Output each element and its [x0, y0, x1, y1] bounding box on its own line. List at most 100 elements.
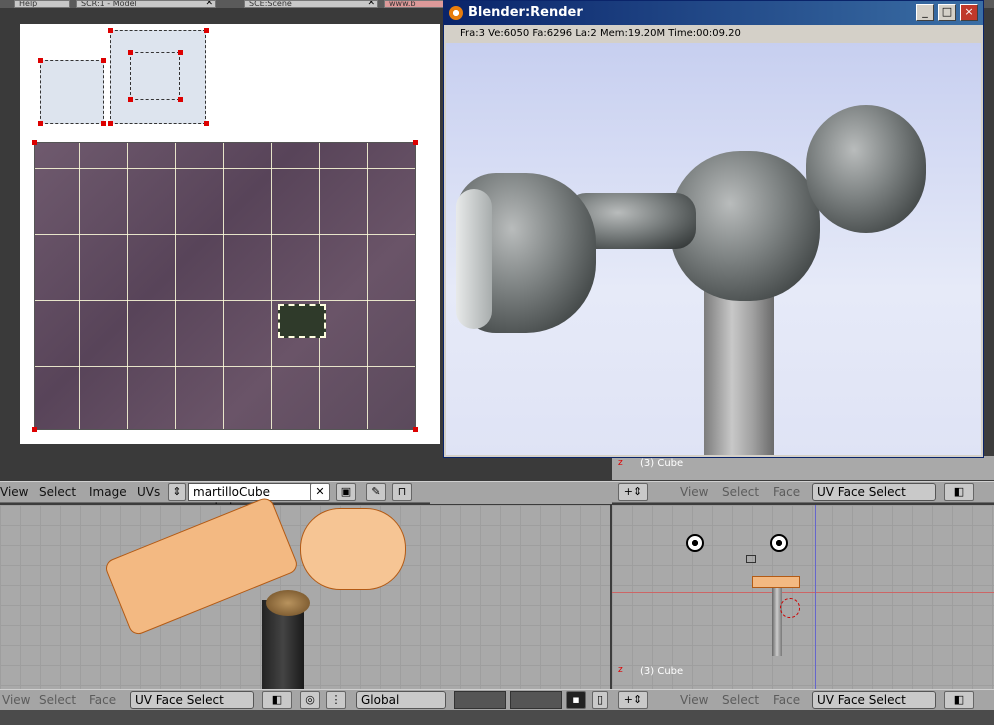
manipulator-icon[interactable]: ⋮ — [326, 691, 346, 709]
image-name-field[interactable]: martilloCube copia.jp — [188, 483, 312, 515]
close-button[interactable]: × — [960, 4, 978, 21]
tab-help[interactable]: Help — [14, 0, 70, 8]
object-label: (3) Cube — [640, 666, 684, 677]
draw-type-button[interactable]: ◧ — [944, 691, 974, 709]
close-icon[interactable]: ✕ — [367, 1, 375, 7]
3d-viewport-right[interactable] — [612, 505, 994, 689]
render-window[interactable]: Blender:Render _ □ × Fra:3 Ve:6050 Fa:62… — [443, 0, 984, 458]
render-icon[interactable]: ▯ — [592, 691, 608, 709]
uv-vertex[interactable] — [204, 28, 209, 33]
close-icon[interactable]: ✕ — [205, 1, 213, 7]
uv-vertex[interactable] — [413, 427, 418, 432]
lock-icon[interactable]: ▪ — [566, 691, 586, 709]
mesh-socket — [266, 590, 310, 616]
menu-view[interactable]: View — [0, 485, 28, 499]
mode-selector[interactable]: UV Face Select — [130, 691, 254, 709]
draw-type-button[interactable]: ◧ — [262, 691, 292, 709]
menu-view[interactable]: View — [2, 693, 30, 707]
pack-image-icon[interactable]: ▣ — [336, 483, 356, 501]
menu-image[interactable]: Image — [89, 485, 127, 499]
uv-vertex[interactable] — [101, 121, 106, 126]
axis-z-icon: z — [618, 458, 623, 468]
lock-icon[interactable]: ⊓ — [392, 483, 412, 501]
header-filler — [430, 482, 612, 504]
orientation-label: Global — [361, 693, 400, 707]
uv-vertex[interactable] — [128, 50, 133, 55]
blender-logo-icon — [449, 6, 463, 20]
mode-label: UV Face Select — [817, 693, 906, 707]
editor-type-button[interactable]: +⇕ — [618, 483, 648, 501]
menu-face[interactable]: Face — [773, 693, 800, 707]
uv-vertex[interactable] — [32, 427, 37, 432]
menu-select[interactable]: Select — [722, 485, 759, 499]
3d-cursor-icon[interactable] — [780, 598, 800, 618]
render-title-text: Blender:Render — [468, 5, 583, 20]
mode-selector[interactable]: UV Face Select — [812, 691, 936, 709]
object-label: (3) Cube — [640, 458, 684, 469]
hammer-handle — [704, 283, 774, 455]
uv-island-small[interactable] — [278, 304, 326, 338]
tab-scene-label: SCE:Scene — [249, 0, 292, 8]
render-stats: Fra:3 Ve:6050 Fa:6296 La:2 Mem:19.20M Ti… — [460, 28, 741, 39]
x-axis-line — [612, 592, 994, 593]
layer-buttons-2[interactable] — [510, 691, 562, 709]
orientation-selector[interactable]: Global — [356, 691, 446, 709]
image-unlink-button[interactable]: ✕ — [310, 483, 330, 501]
uv-vertex[interactable] — [38, 58, 43, 63]
uv-island-frame-inner — [130, 52, 180, 100]
right-viewport-header — [612, 481, 994, 503]
layer-buttons-1[interactable] — [454, 691, 506, 709]
menu-select[interactable]: Select — [39, 485, 76, 499]
mesh-hammer-front[interactable] — [752, 576, 800, 588]
maximize-icon: □ — [941, 5, 953, 18]
right-viewport-bottom-header — [612, 689, 994, 711]
menu-select[interactable]: Select — [722, 693, 759, 707]
editor-type-button[interactable]: +⇕ — [618, 691, 648, 709]
uv-vertex[interactable] — [108, 121, 113, 126]
mode-label: UV Face Select — [135, 693, 224, 707]
render-status-bar: Fra:3 Ve:6050 Fa:6296 La:2 Mem:19.20M Ti… — [446, 25, 981, 43]
menu-face[interactable]: Face — [89, 693, 116, 707]
mesh-hammer-head[interactable] — [300, 508, 406, 590]
lamp-icon[interactable] — [686, 534, 704, 552]
tab-screen-label: SCR:1 - Model — [81, 0, 137, 8]
uv-vertex[interactable] — [101, 58, 106, 63]
uv-vertex[interactable] — [178, 97, 183, 102]
uv-vertex[interactable] — [108, 28, 113, 33]
texture-paint-icon[interactable]: ✎ — [366, 483, 386, 501]
uv-vertex[interactable] — [32, 140, 37, 145]
camera-icon[interactable] — [746, 555, 756, 563]
tab-web[interactable]: www.b — [384, 0, 444, 8]
tab-screen[interactable]: SCR:1 - Model ✕ — [76, 0, 216, 8]
close-icon: × — [964, 5, 974, 18]
minimize-button[interactable]: _ — [916, 4, 934, 21]
uv-vertex[interactable] — [38, 121, 43, 126]
uv-vertex[interactable] — [178, 50, 183, 55]
hammer-face — [456, 189, 492, 329]
hammer-head-right — [806, 105, 926, 233]
uv-vertex[interactable] — [128, 97, 133, 102]
pivot-icon[interactable]: ◎ — [300, 691, 320, 709]
axis-z-icon: z — [618, 665, 623, 675]
uv-texture-map[interactable] — [34, 142, 416, 430]
uv-vertex[interactable] — [204, 121, 209, 126]
draw-type-button[interactable]: ◧ — [944, 483, 974, 501]
menu-select[interactable]: Select — [39, 693, 76, 707]
mode-label: UV Face Select — [817, 485, 906, 499]
lamp-icon[interactable] — [770, 534, 788, 552]
render-image — [446, 43, 981, 455]
tab-scene[interactable]: SCE:Scene ✕ — [244, 0, 378, 8]
minimize-icon: _ — [922, 5, 928, 18]
menu-view[interactable]: View — [680, 485, 708, 499]
uv-island-square[interactable] — [40, 60, 104, 124]
menu-view[interactable]: View — [680, 693, 708, 707]
mode-selector[interactable]: UV Face Select — [812, 483, 936, 501]
y-axis-line — [815, 505, 816, 689]
menu-face[interactable]: Face — [773, 485, 800, 499]
image-browse-button[interactable]: ⇕ — [168, 483, 186, 501]
tab-web-label: www.b — [389, 0, 416, 8]
uv-vertex[interactable] — [413, 140, 418, 145]
bottom-bar — [0, 710, 994, 725]
maximize-button[interactable]: □ — [938, 4, 956, 21]
menu-uvs[interactable]: UVs — [137, 485, 160, 499]
